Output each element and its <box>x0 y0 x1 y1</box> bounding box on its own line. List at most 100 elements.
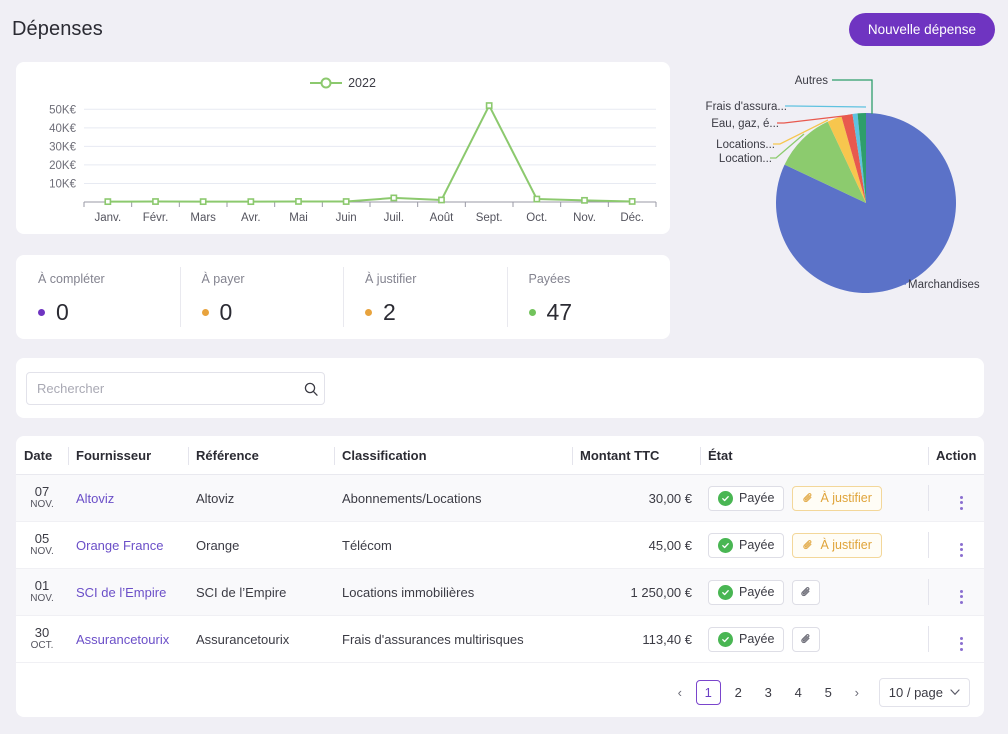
attachment-badge[interactable] <box>792 626 821 652</box>
pie-slice-label: Marchandises <box>908 279 980 291</box>
paperclip-icon <box>801 634 810 644</box>
table-row[interactable]: 05 NOV. Orange France Orange Télécom 45,… <box>16 521 984 569</box>
expenses-table-card: Date Fournisseur Référence Classificatio… <box>16 436 984 717</box>
cell-date: 01 NOV. <box>16 568 68 616</box>
svg-text:Févr.: Févr. <box>143 212 169 224</box>
column-header-montant-ttc[interactable]: Montant TTC <box>572 436 700 475</box>
column-header-action: Action <box>928 436 984 475</box>
cell-classification: Locations immobilières <box>334 568 572 616</box>
svg-text:Mai: Mai <box>289 212 308 224</box>
cell-action <box>928 474 984 522</box>
status-badge-payee[interactable]: Payée <box>708 626 785 652</box>
page-title: Dépenses <box>12 18 103 40</box>
stat-value: 0 <box>56 299 69 325</box>
badge-label: Payée <box>739 585 775 599</box>
svg-text:Mars: Mars <box>190 212 216 224</box>
row-actions-menu-button[interactable] <box>959 589 963 604</box>
cell-etat: Payée À justifier <box>700 474 928 522</box>
table-row[interactable]: 07 NOV. Altoviz Altoviz Abonnements/Loca… <box>16 474 984 522</box>
page-size-select[interactable]: 10 / page <box>878 678 970 707</box>
attachment-badge[interactable] <box>792 579 821 605</box>
expenses-page: Dépenses Nouvelle dépense 2022 10K€ 20K€ 3… <box>0 0 1008 734</box>
supplier-link[interactable]: SCI de l’Empire <box>76 585 166 600</box>
search-icon[interactable] <box>298 382 324 396</box>
chart-legend: 2022 <box>16 76 670 90</box>
status-badge-a-justifier[interactable]: À justifier <box>792 485 882 511</box>
cell-classification: Abonnements/Locations <box>334 474 572 522</box>
supplier-link[interactable]: Assurancetourix <box>76 632 169 647</box>
cell-action <box>928 521 984 569</box>
pagination-prev-button[interactable]: ‹ <box>669 680 691 706</box>
cell-reference: Assurancetourix <box>188 615 334 663</box>
pagination-page-2[interactable]: 2 <box>726 680 751 705</box>
new-expense-button[interactable]: Nouvelle dépense <box>848 13 995 46</box>
status-dot <box>38 309 45 316</box>
stat-value: 0 <box>219 299 233 325</box>
pagination-page-1[interactable]: 1 <box>695 680 721 705</box>
row-actions-menu-button[interactable] <box>959 542 963 557</box>
search-input[interactable] <box>27 381 298 396</box>
cell-montant-ttc: 113,40 € <box>572 615 700 663</box>
cell-fournisseur: Altoviz <box>68 474 188 522</box>
svg-text:Déc.: Déc. <box>620 212 644 224</box>
cell-montant-ttc: 30,00 € <box>572 474 700 522</box>
table-body: 07 NOV. Altoviz Altoviz Abonnements/Loca… <box>16 474 984 663</box>
status-dot <box>201 309 209 316</box>
pie-slice-label: Locations... <box>716 139 775 151</box>
row-actions-menu-button[interactable] <box>959 495 963 510</box>
search-box[interactable] <box>26 372 325 405</box>
table-row[interactable]: 30 OCT. Assurancetourix Assurancetourix … <box>16 615 984 663</box>
pie-callout-line <box>832 79 873 114</box>
badge-label: Payée <box>739 491 775 505</box>
svg-text:Nov.: Nov. <box>573 212 596 224</box>
pie-slice-label: Frais d'assura... <box>706 101 787 113</box>
svg-text:Oct.: Oct. <box>526 212 547 224</box>
svg-text:20K€: 20K€ <box>49 160 76 172</box>
column-header-date[interactable]: Date <box>16 436 68 475</box>
cell-action <box>928 568 984 616</box>
cell-fournisseur: Assurancetourix <box>68 615 188 663</box>
cell-date: 07 NOV. <box>16 474 68 522</box>
stat-a-justifier: À justifier 2 <box>343 255 507 339</box>
check-icon <box>718 631 733 647</box>
pie-chart: Marchandises Location... Locations... Eau, … <box>706 75 980 293</box>
pagination-next-button[interactable]: › <box>846 680 868 706</box>
pagination-page-5[interactable]: 5 <box>816 680 841 705</box>
pie-slice-label: Location... <box>719 153 772 165</box>
badge-label: À justifier <box>820 538 872 552</box>
column-header-classification[interactable]: Classification <box>334 436 572 475</box>
cell-etat: Payée <box>700 615 928 663</box>
stat-value: 2 <box>383 299 396 325</box>
cell-action <box>928 615 984 663</box>
status-badge-payee[interactable]: Payée <box>708 579 785 605</box>
legend-label-2022: 2022 <box>348 76 376 90</box>
svg-text:Sept.: Sept. <box>476 212 503 224</box>
column-header-reference[interactable]: Référence <box>188 436 334 475</box>
check-icon <box>718 490 733 506</box>
status-badge-a-justifier[interactable]: À justifier <box>792 532 882 558</box>
date-day: 07 <box>34 484 50 499</box>
search-card <box>16 358 984 418</box>
row-actions-menu-button[interactable] <box>959 636 963 651</box>
pie-slice-label: Autres <box>795 75 828 87</box>
status-badge-payee[interactable]: Payée <box>708 532 785 558</box>
cell-montant-ttc: 45,00 € <box>572 521 700 569</box>
table-row[interactable]: 01 NOV. SCI de l’Empire SCI de l’Empire … <box>16 568 984 616</box>
svg-text:Août: Août <box>430 212 454 224</box>
status-badge-payee[interactable]: Payée <box>708 485 785 511</box>
stat-label: À payer <box>201 272 245 286</box>
supplier-link[interactable]: Orange France <box>76 538 163 553</box>
stat-label: Payées <box>528 272 571 286</box>
pagination-page-3[interactable]: 3 <box>756 680 781 705</box>
page-size-label: 10 / page <box>888 685 943 700</box>
date-month: NOV. <box>30 546 54 557</box>
paperclip-icon <box>803 493 812 503</box>
badge-label: Payée <box>739 538 775 552</box>
column-header-etat[interactable]: État <box>700 436 928 475</box>
supplier-link[interactable]: Altoviz <box>76 491 114 506</box>
chevron-down-icon <box>950 689 960 696</box>
column-header-fournisseur[interactable]: Fournisseur <box>68 436 188 475</box>
pagination: ‹ 1 2 3 4 5 › 10 / page <box>669 678 970 707</box>
stat-label: À compléter <box>38 272 105 286</box>
pagination-page-4[interactable]: 4 <box>786 680 811 705</box>
